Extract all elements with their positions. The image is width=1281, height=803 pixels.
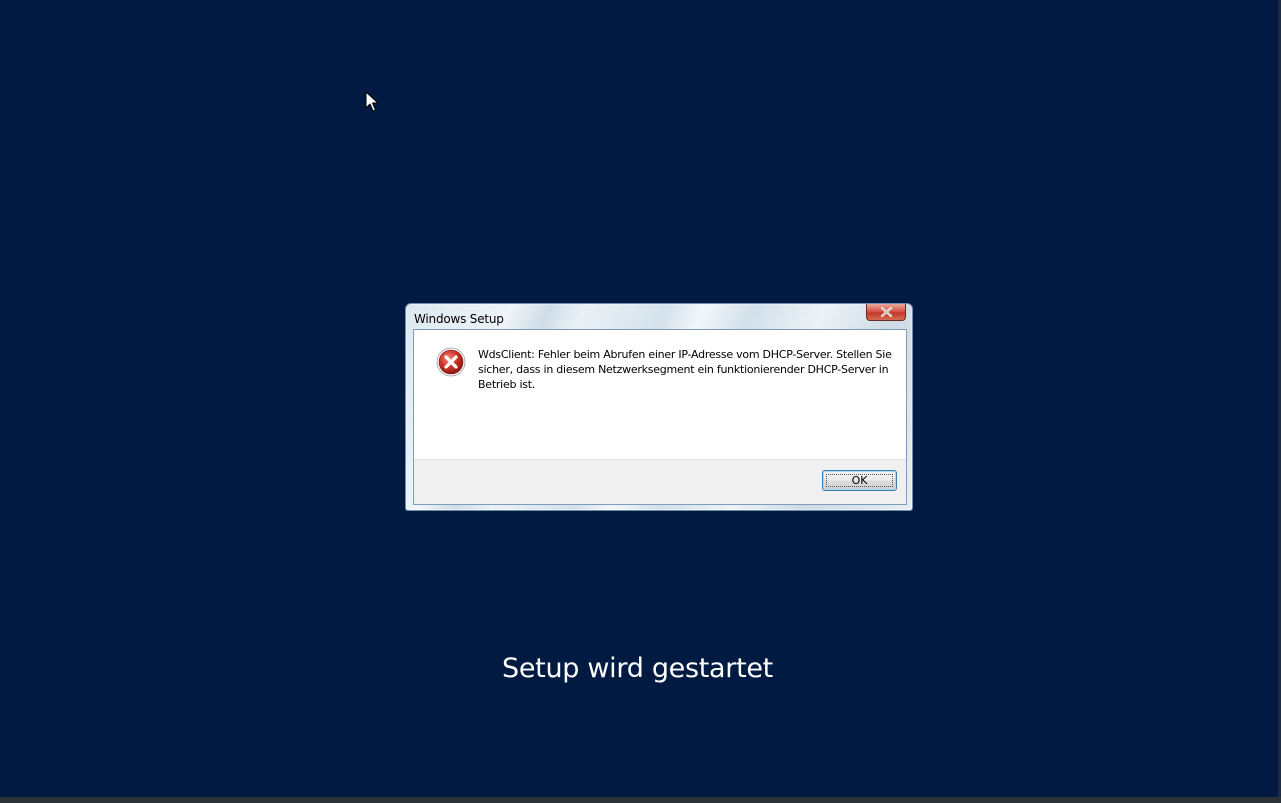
close-button[interactable] — [866, 304, 906, 321]
setup-status-text: Setup wird gestartet — [502, 653, 773, 684]
dialog-title: Windows Setup — [414, 312, 504, 326]
screen-bottom-strip — [0, 797, 1281, 803]
windows-setup-dialog: Windows Setup WdsClient: Fehler beim Abr… — [405, 303, 913, 511]
close-icon — [881, 307, 892, 317]
ok-button-label: OK — [851, 474, 868, 487]
mouse-pointer-icon — [365, 91, 379, 112]
ok-button[interactable]: OK — [822, 470, 897, 491]
error-icon — [436, 347, 466, 377]
message-area: WdsClient: Fehler beim Abrufen einer IP-… — [414, 330, 906, 459]
dialog-button-bar: OK — [414, 459, 906, 504]
dialog-client-area: WdsClient: Fehler beim Abrufen einer IP-… — [413, 329, 907, 505]
error-message: WdsClient: Fehler beim Abrufen einer IP-… — [478, 348, 892, 391]
